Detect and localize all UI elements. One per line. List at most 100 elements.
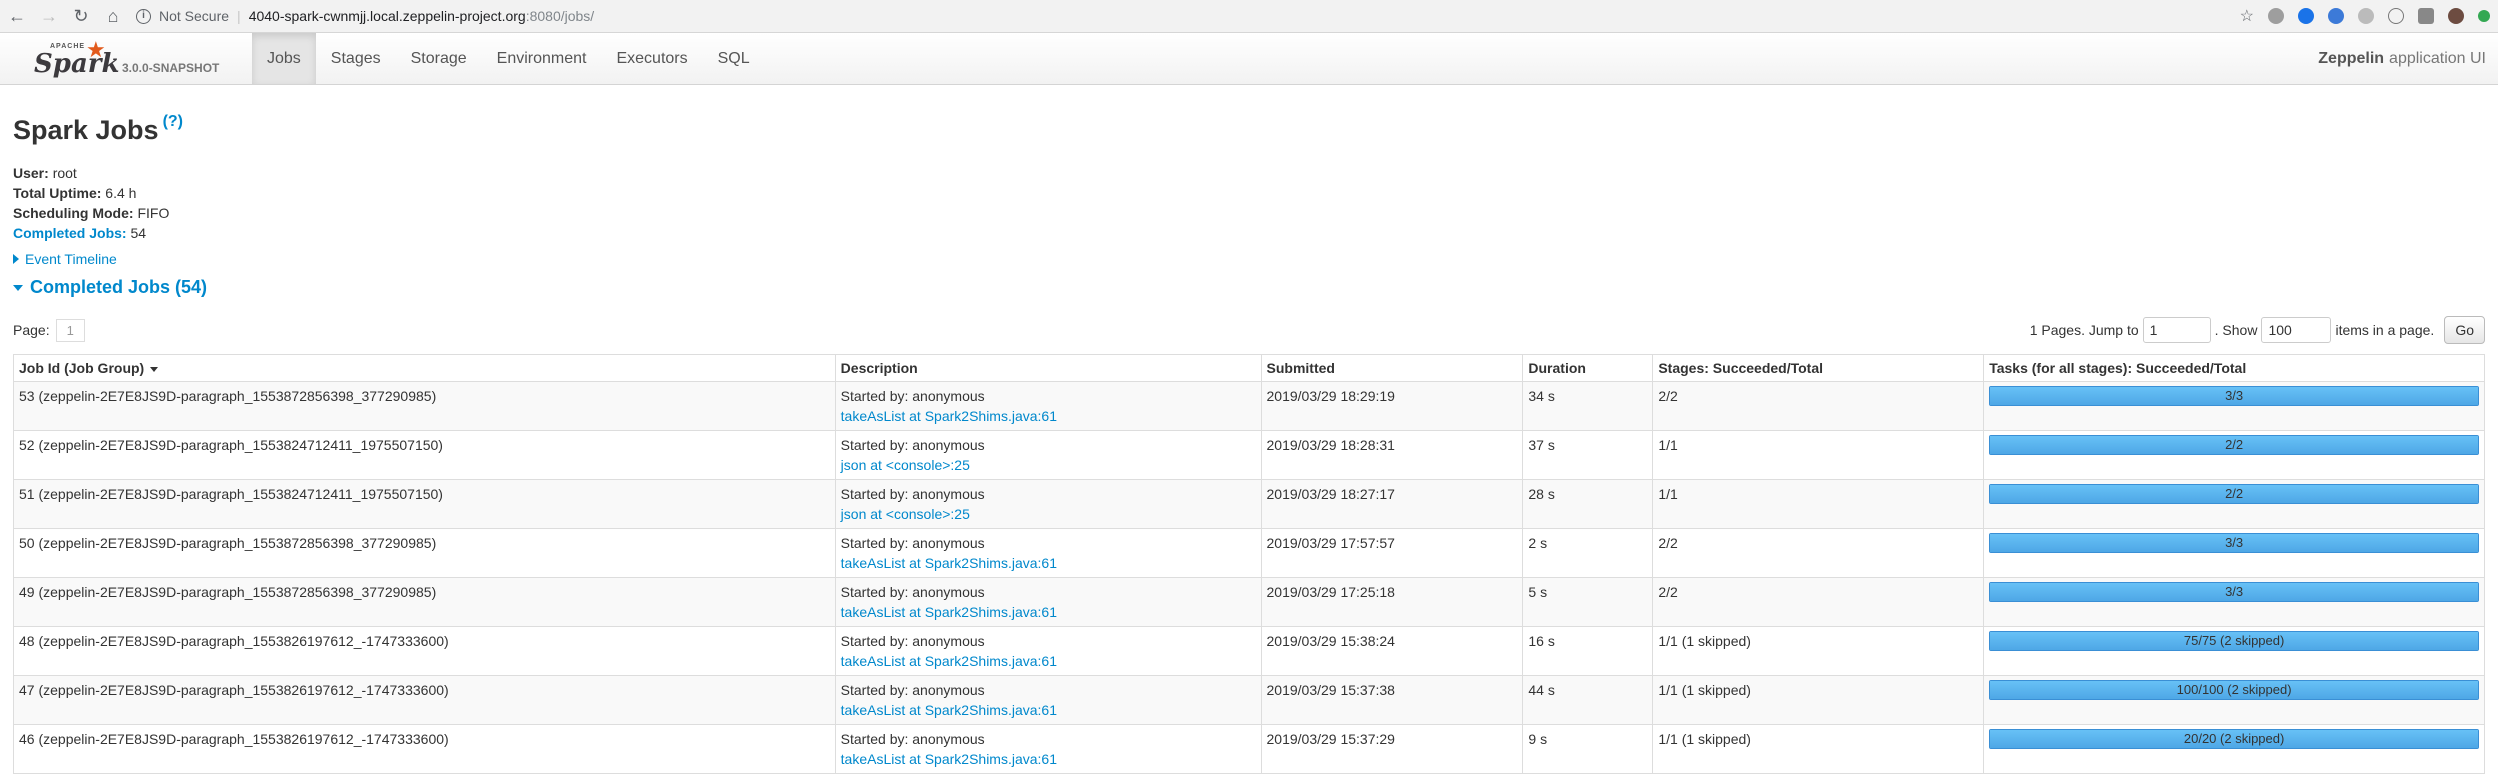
star-icon[interactable]: ☆	[2240, 6, 2254, 26]
description-cell: Started by: anonymous json at <console>:2…	[834, 430, 1262, 480]
page-size-input[interactable]	[2261, 317, 2332, 343]
extension-icon-5[interactable]	[2388, 8, 2404, 24]
address-bar[interactable]: i Not Secure | 4040-spark-cwnmjj.local.z…	[136, 8, 2240, 24]
info-icon[interactable]: i	[136, 8, 151, 24]
header-duration[interactable]: Duration	[1522, 354, 1654, 382]
avatar[interactable]	[2448, 8, 2464, 24]
duration-cell: 37 s	[1522, 430, 1654, 480]
arrow-down-icon	[13, 284, 23, 291]
brand[interactable]: APACHE Spark ★ 3.0.0-SNAPSHOT	[0, 33, 252, 84]
table-row: 48 (zeppelin-2E7E8JS9D-paragraph_1553826…	[13, 626, 2485, 676]
submitted-cell: 2019/03/29 18:29:19	[1260, 381, 1524, 431]
job-id: 49 (zeppelin-2E7E8JS9D-paragraph_1553872…	[19, 584, 437, 600]
job-id-cell: 52 (zeppelin-2E7E8JS9D-paragraph_1553824…	[13, 430, 836, 480]
url-text[interactable]: 4040-spark-cwnmjj.local.zeppelin-project…	[249, 8, 595, 24]
table-row: 53 (zeppelin-2E7E8JS9D-paragraph_1553872…	[13, 381, 2485, 431]
summary-uptime: Total Uptime: 6.4 h	[13, 183, 2485, 203]
pagination-controls: 1 Pages. Jump to . Show items in a page.…	[2030, 316, 2485, 344]
tab-executors[interactable]: Executors	[601, 33, 702, 84]
extension-icon-1[interactable]	[2268, 8, 2284, 24]
main-content: Spark Jobs (?) User: root Total Uptime: …	[0, 113, 2498, 774]
job-id-cell: 46 (zeppelin-2E7E8JS9D-paragraph_1553826…	[13, 724, 836, 774]
job-description-link[interactable]: takeAsList at Spark2Shims.java:61	[841, 651, 1256, 671]
stages-cell: 2/2	[1652, 381, 1985, 431]
job-description-link[interactable]: takeAsList at Spark2Shims.java:61	[841, 749, 1256, 769]
go-button[interactable]: Go	[2444, 316, 2485, 344]
tasks-cell: 2/2	[1983, 430, 2485, 480]
header-job-id-label: Job Id (Job Group)	[19, 360, 145, 376]
tab-sql[interactable]: SQL	[703, 33, 765, 84]
job-id: 53 (zeppelin-2E7E8JS9D-paragraph_1553872…	[19, 388, 437, 404]
page-title-text: Spark Jobs	[13, 115, 159, 145]
started-by: Started by: anonymous	[840, 388, 985, 404]
started-by: Started by: anonymous	[840, 535, 985, 551]
header-description[interactable]: Description	[834, 354, 1262, 382]
tab-storage[interactable]: Storage	[396, 33, 482, 84]
description-cell: Started by: anonymous takeAsList at Spark…	[834, 577, 1262, 627]
page-number[interactable]: 1	[55, 318, 85, 342]
job-id: 52 (zeppelin-2E7E8JS9D-paragraph_1553824…	[19, 437, 443, 453]
url-path: :8080/jobs/	[525, 8, 595, 24]
duration-cell: 5 s	[1522, 577, 1654, 627]
job-id-cell: 51 (zeppelin-2E7E8JS9D-paragraph_1553824…	[13, 479, 836, 529]
job-description-link[interactable]: takeAsList at Spark2Shims.java:61	[841, 406, 1256, 426]
arrow-right-icon	[13, 254, 19, 264]
user-value: root	[52, 165, 77, 181]
jump-to-page-input[interactable]	[2142, 317, 2211, 343]
app-name-bold: Zeppelin	[2318, 50, 2385, 67]
uptime-label: Total Uptime:	[13, 185, 102, 201]
tab-jobs[interactable]: Jobs	[252, 33, 316, 84]
header-job-id[interactable]: Job Id (Job Group)	[13, 354, 836, 382]
job-description-link[interactable]: json at <console>:25	[841, 455, 1256, 475]
extension-icon-6[interactable]	[2418, 8, 2434, 24]
home-icon[interactable]: ⌂	[104, 7, 122, 25]
tasks-progress-bar: 3/3	[1989, 533, 2479, 553]
extension-icon-3[interactable]	[2328, 8, 2344, 24]
extensions-area: ☆	[2240, 6, 2490, 26]
spark-star-icon: ★	[86, 36, 106, 62]
forward-icon[interactable]: →	[40, 7, 58, 25]
job-id: 47 (zeppelin-2E7E8JS9D-paragraph_1553826…	[19, 682, 449, 698]
description-cell: Started by: anonymous takeAsList at Spark…	[834, 724, 1262, 774]
browser-toolbar: ← → ↻ ⌂ i Not Secure | 4040-spark-cwnmjj…	[0, 0, 2498, 33]
tasks-progress-label: 2/2	[2225, 486, 2244, 501]
description-cell: Started by: anonymous takeAsList at Spark…	[834, 675, 1262, 725]
extension-icon-4[interactable]	[2358, 8, 2374, 24]
header-submitted[interactable]: Submitted	[1260, 354, 1524, 382]
header-tasks[interactable]: Tasks (for all stages): Succeeded/Total	[1983, 354, 2485, 382]
extension-icon-7[interactable]	[2478, 10, 2490, 22]
tasks-progress-label: 3/3	[2225, 388, 2244, 403]
tab-environment[interactable]: Environment	[482, 33, 602, 84]
job-description-link[interactable]: takeAsList at Spark2Shims.java:61	[841, 553, 1256, 573]
tasks-progress-label: 20/20 (2 skipped)	[2183, 731, 2285, 746]
job-description-link[interactable]: takeAsList at Spark2Shims.java:61	[841, 700, 1256, 720]
summary-scheduling: Scheduling Mode: FIFO	[13, 203, 2485, 223]
tab-stages[interactable]: Stages	[316, 33, 396, 84]
page-label: Page:	[13, 322, 50, 338]
tasks-cell: 2/2	[1983, 479, 2485, 529]
event-timeline-label: Event Timeline	[25, 251, 117, 267]
submitted-cell: 2019/03/29 18:28:31	[1260, 430, 1524, 480]
back-icon[interactable]: ←	[8, 7, 26, 25]
reload-icon[interactable]: ↻	[72, 7, 90, 25]
header-stages[interactable]: Stages: Succeeded/Total	[1652, 354, 1985, 382]
tasks-progress-label: 3/3	[2225, 584, 2244, 599]
job-id: 50 (zeppelin-2E7E8JS9D-paragraph_1553872…	[19, 535, 437, 551]
job-description-link[interactable]: json at <console>:25	[841, 504, 1256, 524]
event-timeline-toggle[interactable]: Event Timeline	[13, 251, 2485, 267]
completed-jobs-link[interactable]: Completed Jobs:	[13, 225, 127, 241]
completed-jobs-toggle[interactable]: Completed Jobs (54)	[13, 277, 2485, 298]
help-link[interactable]: (?)	[163, 113, 183, 131]
job-description-link[interactable]: takeAsList at Spark2Shims.java:61	[841, 602, 1256, 622]
tasks-progress-label: 2/2	[2225, 437, 2244, 452]
table-row: 50 (zeppelin-2E7E8JS9D-paragraph_1553872…	[13, 528, 2485, 578]
jobs-table-body: 53 (zeppelin-2E7E8JS9D-paragraph_1553872…	[13, 381, 2485, 774]
duration-cell: 28 s	[1522, 479, 1654, 529]
table-row: 52 (zeppelin-2E7E8JS9D-paragraph_1553824…	[13, 430, 2485, 480]
nav-tabs: Jobs Stages Storage Environment Executor…	[252, 33, 765, 84]
spark-logo: APACHE Spark ★	[34, 36, 120, 79]
extension-icon-2[interactable]	[2298, 8, 2314, 24]
table-row: 47 (zeppelin-2E7E8JS9D-paragraph_1553826…	[13, 675, 2485, 725]
submitted-cell: 2019/03/29 17:57:57	[1260, 528, 1524, 578]
description-cell: Started by: anonymous takeAsList at Spark…	[834, 528, 1262, 578]
